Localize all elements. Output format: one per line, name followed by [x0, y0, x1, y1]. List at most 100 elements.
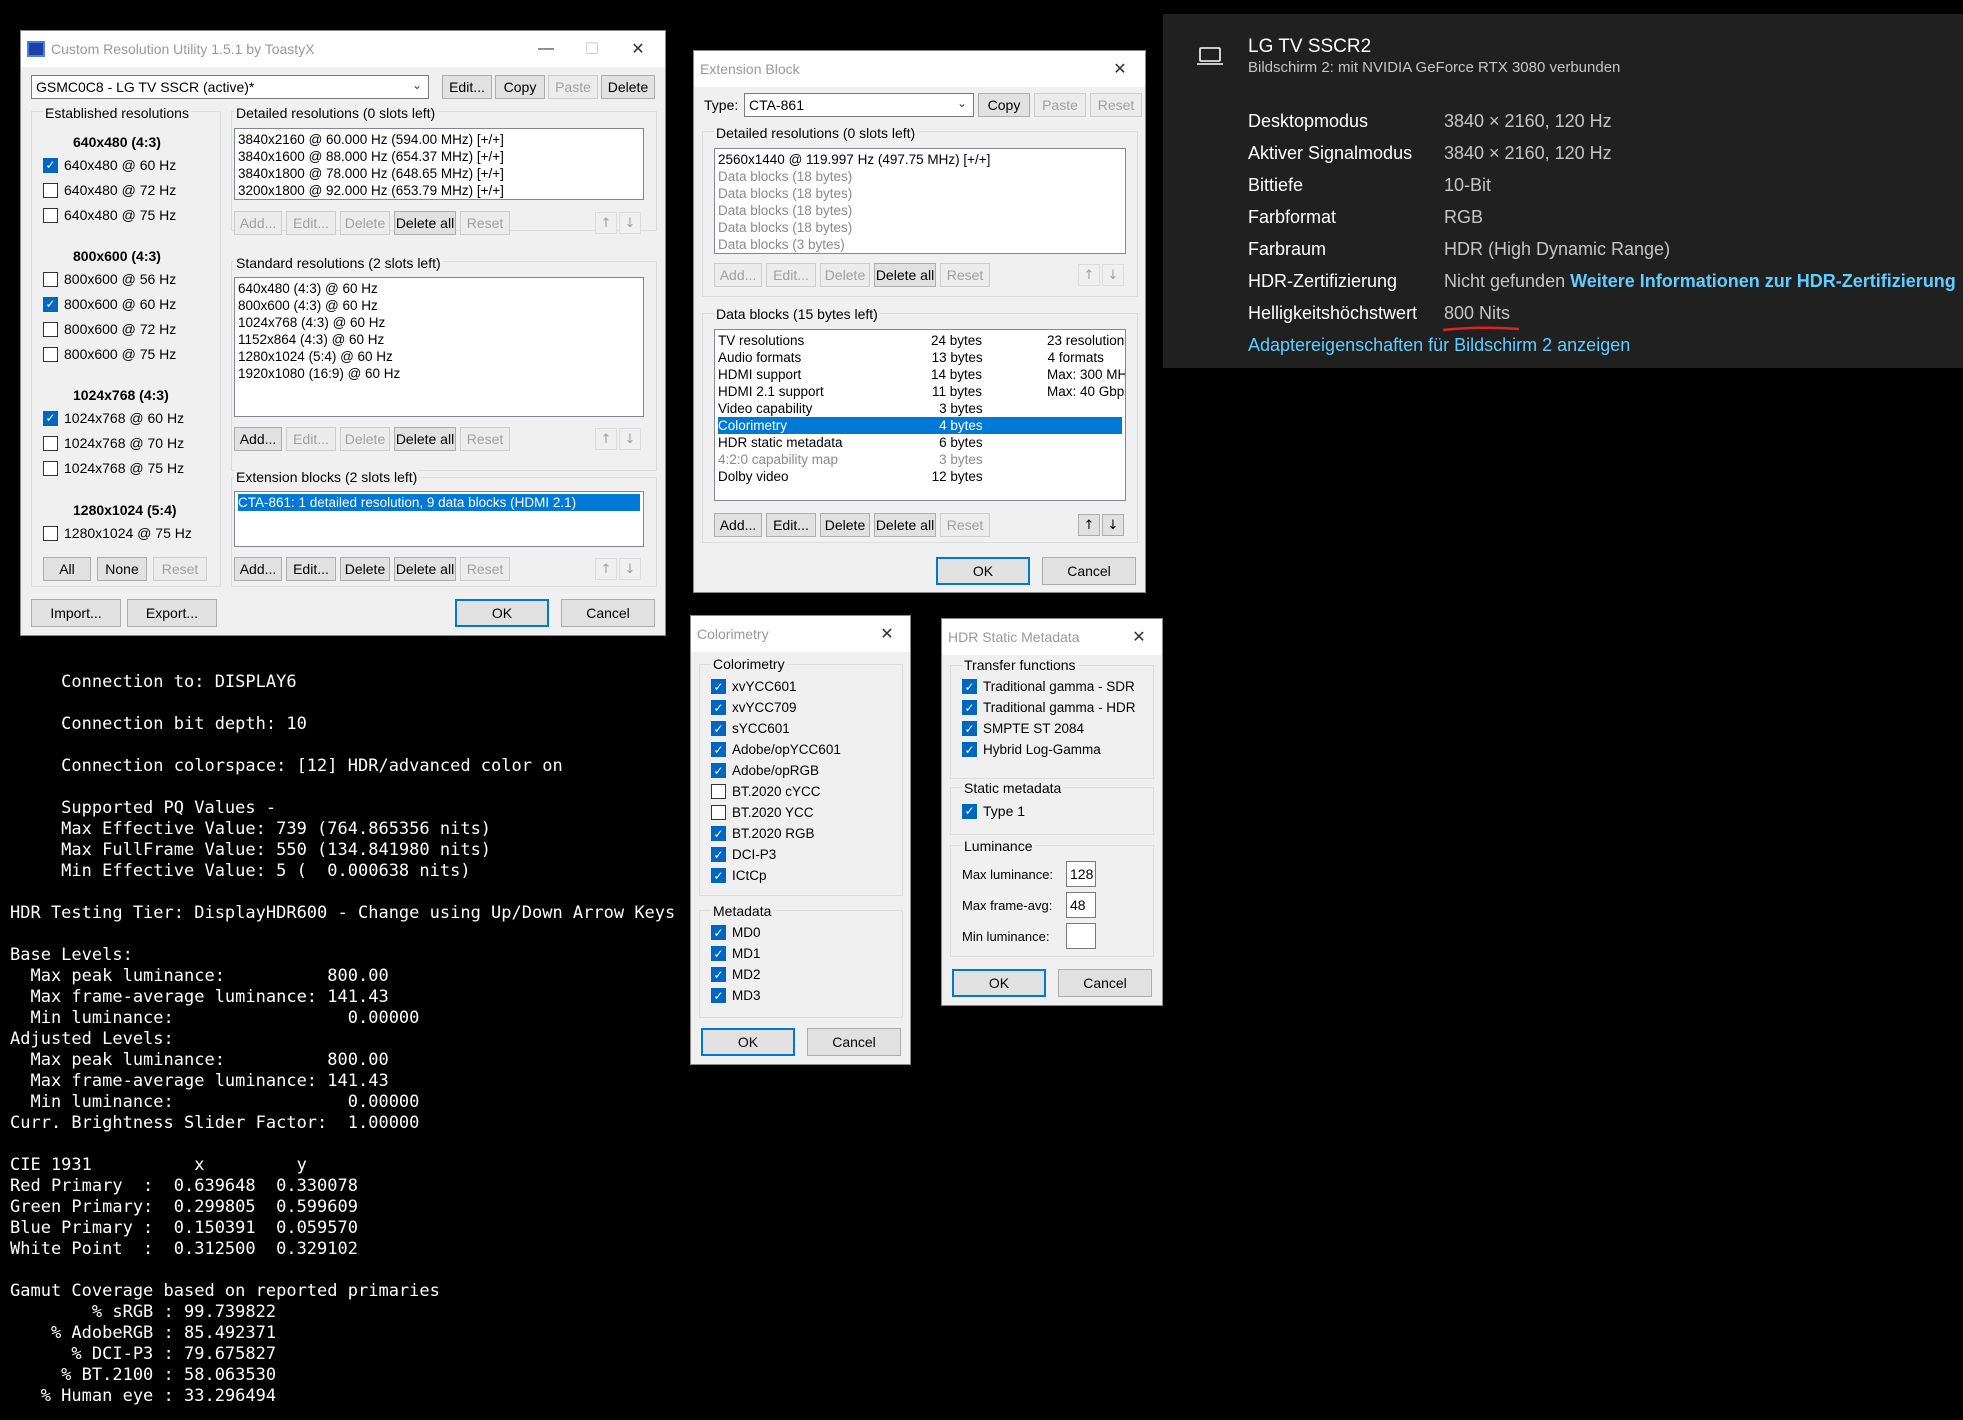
- list-item[interactable]: 1920x1080 (16:9) @ 60 Hz: [238, 365, 640, 382]
- list-item[interactable]: 2560x1440 @ 119.997 Hz (497.75 MHz) [+/+…: [718, 151, 1122, 168]
- monitor-select[interactable]: GSMC0C8 - LG TV SSCR (active)* ⌄: [31, 75, 429, 99]
- list-item[interactable]: Video capability 3 bytes: [718, 400, 1122, 417]
- close-icon[interactable]: ✕: [615, 31, 661, 67]
- transfer-checkbox[interactable]: ✓ Traditional gamma - HDR: [962, 700, 1136, 715]
- add-extension-button[interactable]: Add...: [234, 557, 282, 581]
- list-item[interactable]: HDR static metadata 6 bytes: [718, 434, 1122, 451]
- cancel-button[interactable]: Cancel: [561, 599, 655, 627]
- list-item[interactable]: 3200x1800 @ 92.000 Hz (653.79 MHz) [+/+]: [238, 182, 640, 199]
- close-icon[interactable]: ✕: [1097, 51, 1143, 87]
- minimize-icon[interactable]: —: [523, 31, 569, 67]
- list-item[interactable]: 1024x768 (4:3) @ 60 Hz: [238, 314, 640, 331]
- list-item[interactable]: Audio formats 13 bytes 4 formats: [718, 349, 1122, 366]
- max-frame-avg-input[interactable]: 48: [1066, 892, 1096, 918]
- checkbox-1024x768-60[interactable]: ✓ 1024x768 @ 60 Hz: [43, 410, 184, 426]
- ext-titlebar[interactable]: Extension Block ✕: [694, 51, 1145, 87]
- standard-list[interactable]: 640x480 (4:3) @ 60 Hz 800x600 (4:3) @ 60…: [234, 277, 644, 417]
- ok-button[interactable]: OK: [701, 1028, 795, 1056]
- adapter-properties-link[interactable]: Adaptereigenschaften für Bildschirm 2 an…: [1248, 335, 1630, 356]
- max-luminance-input[interactable]: 128: [1066, 861, 1096, 887]
- list-item[interactable]: Data blocks (18 bytes): [718, 185, 1122, 202]
- export-button[interactable]: Export...: [127, 599, 217, 627]
- colorimetry-checkbox[interactable]: ✓ Adobe/opYCC601: [711, 742, 841, 757]
- metadata-checkbox[interactable]: ✓ MD1: [711, 946, 761, 961]
- close-icon[interactable]: ✕: [1116, 619, 1162, 655]
- list-item[interactable]: HDMI support 14 bytes Max: 300 MHz: [718, 366, 1125, 383]
- ok-button[interactable]: OK: [952, 969, 1046, 997]
- metadata-checkbox[interactable]: ✓ MD2: [711, 967, 761, 982]
- ok-button[interactable]: OK: [936, 557, 1030, 585]
- detailed-list[interactable]: 3840x2160 @ 60.000 Hz (594.00 MHz) [+/+]…: [234, 128, 644, 200]
- extension-list[interactable]: CTA-861: 1 detailed resolution, 9 data b…: [234, 491, 644, 547]
- checkbox-1024x768-75[interactable]: 1024x768 @ 75 Hz: [43, 460, 184, 476]
- transfer-checkbox[interactable]: ✓ Traditional gamma - SDR: [962, 679, 1135, 694]
- edit-monitor-button[interactable]: Edit...: [442, 75, 492, 99]
- checkbox-640x480-75[interactable]: 640x480 @ 75 Hz: [43, 207, 176, 223]
- list-item[interactable]: 3840x1600 @ 88.000 Hz (654.37 MHz) [+/+]: [238, 148, 640, 165]
- hdr-titlebar[interactable]: HDR Static Metadata ✕: [942, 619, 1162, 655]
- metadata-checkbox[interactable]: ✓ MD3: [711, 988, 761, 1003]
- list-item[interactable]: 3840x2160 @ 60.000 Hz (594.00 MHz) [+/+]: [238, 131, 640, 148]
- colorimetry-checkbox[interactable]: ✓ ICtCp: [711, 868, 767, 883]
- list-item[interactable]: 1152x864 (4:3) @ 60 Hz: [238, 331, 640, 348]
- checkbox-640x480-72[interactable]: 640x480 @ 72 Hz: [43, 182, 176, 198]
- copy-button[interactable]: Copy: [978, 93, 1030, 117]
- add-datablock-button[interactable]: Add...: [714, 513, 762, 537]
- checkbox-800x600-56[interactable]: 800x600 @ 56 Hz: [43, 271, 176, 287]
- edit-datablock-button[interactable]: Edit...: [766, 513, 816, 537]
- ok-button[interactable]: OK: [455, 599, 549, 627]
- datablocks-list[interactable]: TV resolutions 24 bytes 23 resolutions Audi…: [714, 329, 1126, 501]
- delete-extension-button[interactable]: Delete: [340, 557, 390, 581]
- list-item[interactable]: 1280x1024 (5:4) @ 60 Hz: [238, 348, 640, 365]
- add-standard-button[interactable]: Add...: [234, 427, 282, 451]
- close-icon[interactable]: ✕: [864, 616, 910, 652]
- checkbox-1280x1024-75[interactable]: 1280x1024 @ 75 Hz: [43, 525, 192, 541]
- delete-datablock-button[interactable]: Delete: [820, 513, 870, 537]
- list-item[interactable]: Data blocks (3 bytes): [718, 236, 1122, 253]
- import-button[interactable]: Import...: [31, 599, 121, 627]
- delete-all-datablock-button[interactable]: Delete all: [874, 513, 936, 537]
- checkbox-800x600-60[interactable]: ✓ 800x600 @ 60 Hz: [43, 296, 176, 312]
- cru-titlebar[interactable]: Custom Resolution Utility 1.5.1 by Toast…: [21, 31, 665, 67]
- checkbox-1024x768-70[interactable]: 1024x768 @ 70 Hz: [43, 435, 184, 451]
- all-button[interactable]: All: [43, 557, 91, 581]
- colorimetry-titlebar[interactable]: Colorimetry ✕: [691, 616, 910, 652]
- list-item[interactable]: Data blocks (18 bytes): [718, 219, 1122, 236]
- cancel-button[interactable]: Cancel: [1042, 557, 1136, 585]
- list-item[interactable]: TV resolutions 24 bytes 23 resolutions: [718, 332, 1125, 349]
- colorimetry-checkbox[interactable]: ✓ Adobe/opRGB: [711, 763, 819, 778]
- edit-extension-button[interactable]: Edit...: [286, 557, 336, 581]
- delete-all-detailed-button[interactable]: Delete all: [394, 211, 456, 235]
- checkbox-640x480-60[interactable]: ✓ 640x480 @ 60 Hz: [43, 157, 176, 173]
- delete-all-standard-button[interactable]: Delete all: [394, 427, 456, 451]
- list-item[interactable]: Data blocks (18 bytes): [718, 168, 1122, 185]
- list-item[interactable]: HDMI 2.1 support 11 bytes Max: 40 Gbps: [718, 383, 1125, 400]
- colorimetry-checkbox[interactable]: ✓ BT.2020 RGB: [711, 826, 815, 841]
- hdr-cert-link[interactable]: Weitere Informationen zur HDR-Zertifizie…: [1570, 271, 1956, 291]
- list-item[interactable]: 4:2:0 capability map 3 bytes: [718, 451, 1122, 468]
- delete-all-detailed-button[interactable]: Delete all: [874, 263, 936, 287]
- arrow-down-icon[interactable]: ↓: [1102, 514, 1124, 536]
- list-item[interactable]: 640x480 (4:3) @ 60 Hz: [238, 280, 640, 297]
- list-item[interactable]: 800x600 (4:3) @ 60 Hz: [238, 297, 640, 314]
- colorimetry-checkbox[interactable]: ✓ xvYCC601: [711, 679, 797, 694]
- list-item[interactable]: Dolby video 12 bytes: [718, 468, 1122, 485]
- colorimetry-checkbox[interactable]: BT.2020 YCC: [711, 805, 814, 820]
- list-item[interactable]: Data blocks (18 bytes): [718, 202, 1122, 219]
- colorimetry-checkbox[interactable]: ✓ DCI-P3: [711, 847, 776, 862]
- transfer-checkbox[interactable]: ✓ SMPTE ST 2084: [962, 721, 1084, 736]
- list-item[interactable]: 3840x1800 @ 78.000 Hz (648.65 MHz) [+/+]: [238, 165, 640, 182]
- checkbox-800x600-72[interactable]: 800x600 @ 72 Hz: [43, 321, 176, 337]
- ext-detailed-list[interactable]: 2560x1440 @ 119.997 Hz (497.75 MHz) [+/+…: [714, 148, 1126, 254]
- checkbox-type-1[interactable]: ✓ Type 1: [962, 803, 1025, 819]
- cancel-button[interactable]: Cancel: [1058, 969, 1152, 997]
- colorimetry-checkbox[interactable]: ✓ sYCC601: [711, 721, 790, 736]
- none-button[interactable]: None: [97, 557, 147, 581]
- type-select[interactable]: CTA-861 ⌄: [744, 93, 974, 117]
- delete-monitor-button[interactable]: Delete: [601, 75, 655, 99]
- min-luminance-input[interactable]: [1066, 923, 1096, 949]
- list-item[interactable]: Colorimetry 4 bytes: [718, 417, 1122, 434]
- cancel-button[interactable]: Cancel: [807, 1028, 901, 1056]
- metadata-checkbox[interactable]: ✓ MD0: [711, 925, 761, 940]
- arrow-up-icon[interactable]: ↑: [1078, 514, 1100, 536]
